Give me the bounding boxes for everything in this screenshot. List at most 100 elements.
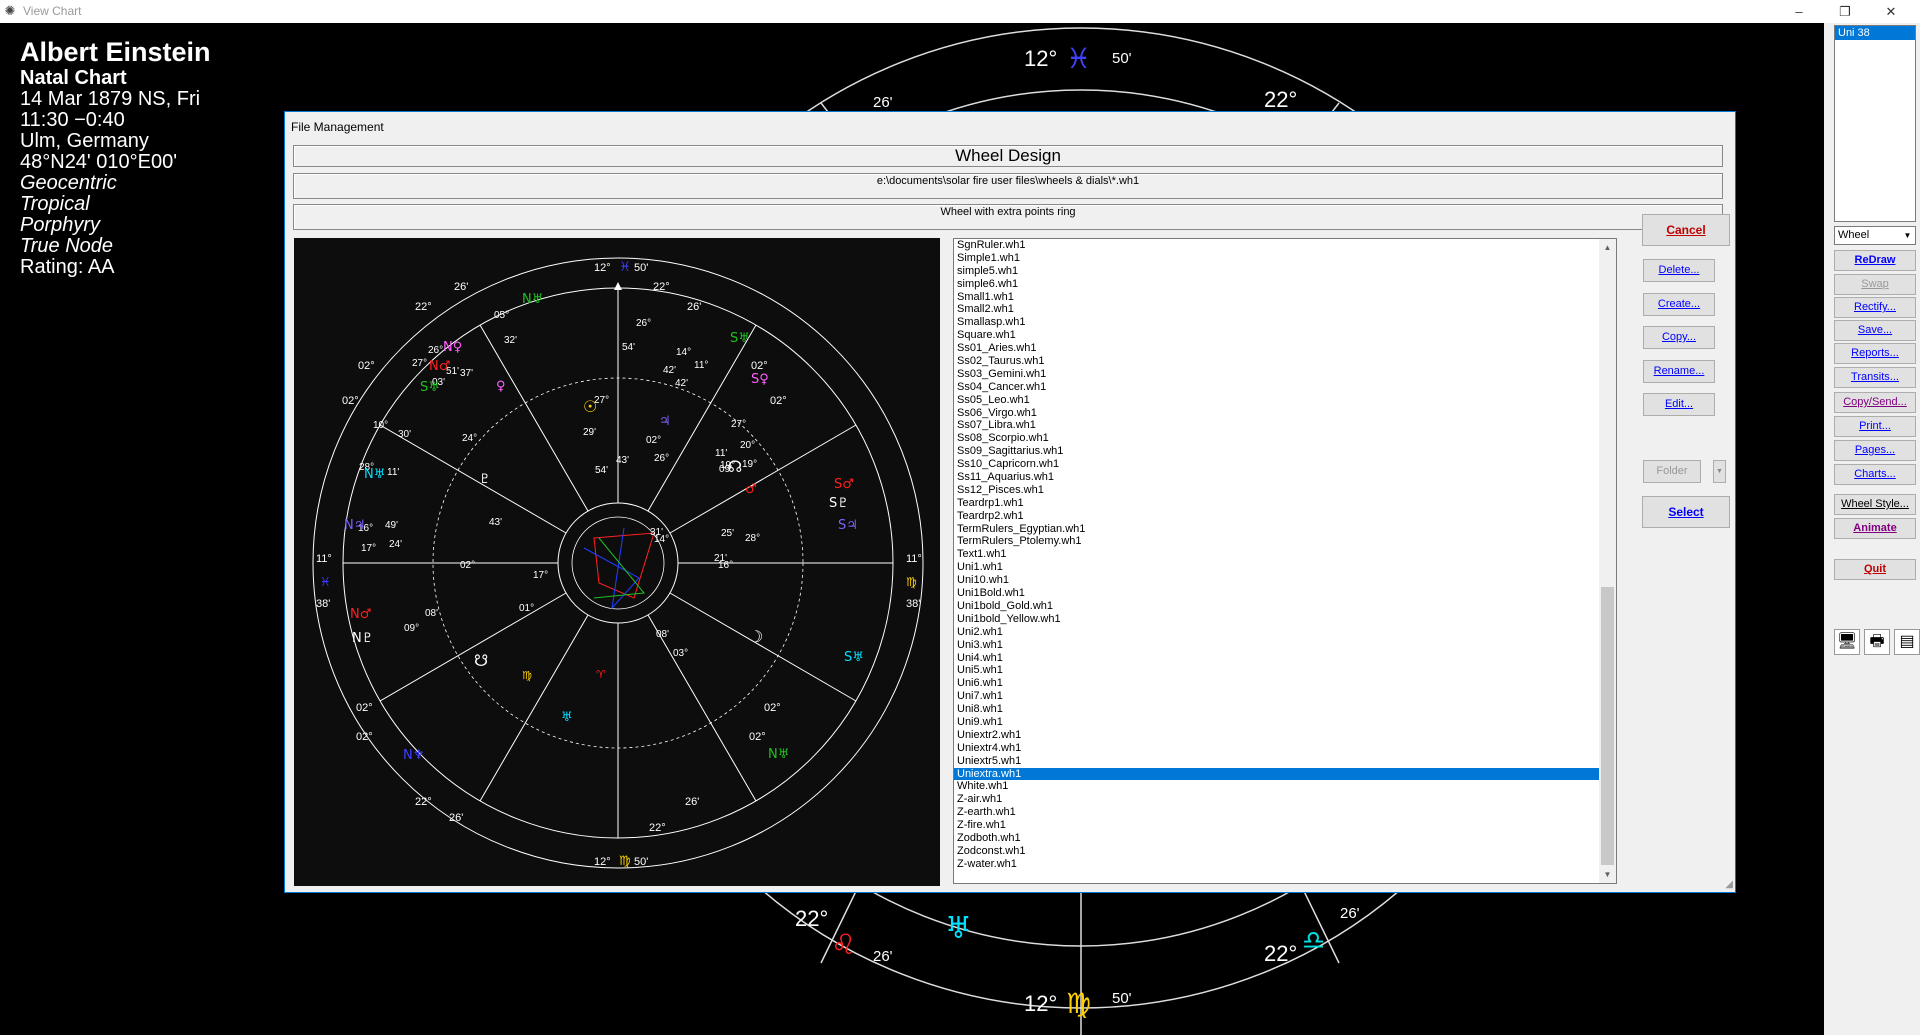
printer-icon[interactable]: 🖶 [1864,629,1890,655]
wheel-select[interactable]: Wheel ▼ [1834,226,1916,245]
minimize-button[interactable]: – [1776,0,1822,23]
file-list-item[interactable]: White.wh1 [954,780,1616,793]
file-list-item[interactable]: Z-fire.wh1 [954,819,1616,832]
animate-button[interactable]: Animate [1834,518,1916,539]
quit-button[interactable]: Quit [1834,559,1916,580]
copy-send-button[interactable]: Copy/Send... [1834,392,1916,413]
file-list-item[interactable]: Zodconst.wh1 [954,845,1616,858]
save-button[interactable]: Save... [1834,320,1916,341]
file-list-item[interactable]: Ss06_Virgo.wh1 [954,407,1616,420]
file-list-item[interactable]: Z-earth.wh1 [954,806,1616,819]
page-icon[interactable]: ▤ [1894,629,1920,655]
file-list-scrollbar[interactable]: ▲ ▼ [1599,239,1616,883]
select-button[interactable]: Select [1642,496,1730,528]
preview-planet-label: 24' [389,539,402,550]
preview-sj-glyph: S♃ [838,518,858,533]
file-list-item[interactable]: TermRulers_Egyptian.wh1 [954,523,1616,536]
file-list-item[interactable]: Uni10.wh1 [954,574,1616,587]
file-list-item[interactable]: Ss08_Scorpio.wh1 [954,432,1616,445]
scroll-up-icon[interactable]: ▲ [1599,239,1616,256]
file-list-item[interactable]: Ss12_Pisces.wh1 [954,484,1616,497]
resize-grip-icon[interactable]: ◢ [1725,879,1733,890]
file-list-item[interactable]: Z-water.wh1 [954,858,1616,871]
folder-chevron-down-icon[interactable]: ▼ [1713,460,1726,483]
reports-button[interactable]: Reports... [1834,343,1916,364]
monitor-icon[interactable]: 🖥 [1834,629,1860,655]
file-list-item[interactable]: Uni1bold_Yellow.wh1 [954,613,1616,626]
file-list-item[interactable]: simple6.wh1 [954,278,1616,291]
file-list-item[interactable]: Ss01_Aries.wh1 [954,342,1616,355]
file-list-item[interactable]: Uni1Bold.wh1 [954,587,1616,600]
file-list-item[interactable]: Z-air.wh1 [954,793,1616,806]
file-list-item[interactable]: Uni3.wh1 [954,639,1616,652]
create-button[interactable]: Create... [1643,293,1715,316]
edit-button[interactable]: Edit... [1643,393,1715,416]
file-list-item[interactable]: Uniextr4.wh1 [954,742,1616,755]
file-list-item[interactable]: Teardrp2.wh1 [954,510,1616,523]
file-list-item[interactable]: Small2.wh1 [954,303,1616,316]
charts-button[interactable]: Charts... [1834,464,1916,485]
chevron-down-icon[interactable]: ▼ [1900,227,1915,244]
file-list-item[interactable]: Uniextr2.wh1 [954,729,1616,742]
file-list-item[interactable]: Ss10_Capricorn.wh1 [954,458,1616,471]
file-list-item[interactable]: Uni1bold_Gold.wh1 [954,600,1616,613]
file-list-item[interactable]: SgnRuler.wh1 [954,239,1616,252]
file-list-item[interactable]: Uni7.wh1 [954,690,1616,703]
file-list-item[interactable]: Ss05_Leo.wh1 [954,394,1616,407]
wheel-style-button[interactable]: Wheel Style... [1834,494,1916,515]
restore-button[interactable]: ❐ [1822,0,1868,23]
preview-mars-glyph: ♂ [745,482,757,497]
file-list-item[interactable]: Ss11_Aquarius.wh1 [954,471,1616,484]
chart-listbox[interactable]: Uni 38 [1834,25,1916,222]
preview-cusp-left-min: 38' [316,598,330,610]
preview-planet-label: 24° [462,433,477,444]
transits-button[interactable]: Transits... [1834,367,1916,388]
file-list-item[interactable]: Uni4.wh1 [954,652,1616,665]
file-list-item[interactable]: Text1.wh1 [954,548,1616,561]
file-list-item[interactable]: Square.wh1 [954,329,1616,342]
rename-button[interactable]: Rename... [1643,360,1715,383]
pages-button[interactable]: Pages... [1834,440,1916,461]
scroll-down-icon[interactable]: ▼ [1599,866,1616,883]
file-list-item[interactable]: Smallasp.wh1 [954,316,1616,329]
file-list-item[interactable]: Uni6.wh1 [954,677,1616,690]
folder-button[interactable]: Folder [1643,460,1701,483]
file-list-item[interactable]: Ss09_Sagittarius.wh1 [954,445,1616,458]
copy-button[interactable]: Copy... [1643,326,1715,349]
file-list-item[interactable]: Uni9.wh1 [954,716,1616,729]
close-button[interactable]: ✕ [1868,0,1914,23]
cancel-button[interactable]: Cancel [1642,214,1730,246]
preview-ring-label: 26' [685,796,699,808]
file-list-item[interactable]: Uni5.wh1 [954,664,1616,677]
file-list-item[interactable]: Zodboth.wh1 [954,832,1616,845]
file-list-item[interactable]: Ss03_Gemini.wh1 [954,368,1616,381]
preview-cusp-right-min: 38' [906,598,920,610]
file-list-item[interactable]: Uni2.wh1 [954,626,1616,639]
preview-cusp-left: 11° [316,553,332,565]
file-list-item[interactable]: Uni1.wh1 [954,561,1616,574]
rectify-button[interactable]: Rectify... [1834,297,1916,318]
file-list-item[interactable]: Uni8.wh1 [954,703,1616,716]
file-list-item[interactable]: TermRulers_Ptolemy.wh1 [954,535,1616,548]
scroll-thumb[interactable] [1601,587,1614,865]
print-button[interactable]: Print... [1834,416,1916,437]
file-list[interactable]: SgnRuler.wh1 Simple1.wh1 simple5.wh1 simple… [953,238,1617,884]
file-list-item[interactable]: Uniextra.wh1 [954,767,1602,781]
file-list-item[interactable]: Ss02_Taurus.wh1 [954,355,1616,368]
file-list-item[interactable]: Ss04_Cancer.wh1 [954,381,1616,394]
file-list-item[interactable]: simple5.wh1 [954,265,1616,278]
file-list-item[interactable]: Simple1.wh1 [954,252,1616,265]
redraw-button[interactable]: ReDraw [1834,250,1916,271]
preview-planet-label: 25' [721,528,734,539]
listbox-selected-item[interactable]: Uni 38 [1835,26,1915,40]
preview-planet-label: 54' [622,342,635,353]
delete-button[interactable]: Delete... [1643,259,1715,282]
preview-planet-label: 11' [387,467,399,478]
file-list-item[interactable]: Uniextr5.wh1 [954,755,1616,768]
preview-planet-labels: 05°32'26°51'27°37'03'26°54' 14°11°42'42'2… [358,310,760,659]
file-list-item[interactable]: Small1.wh1 [954,291,1616,304]
swap-button[interactable]: Swap [1834,274,1916,295]
file-list-item[interactable]: Ss07_Libra.wh1 [954,419,1616,432]
preview-planet-label: 19° [742,459,757,470]
file-list-item[interactable]: Teardrp1.wh1 [954,497,1616,510]
